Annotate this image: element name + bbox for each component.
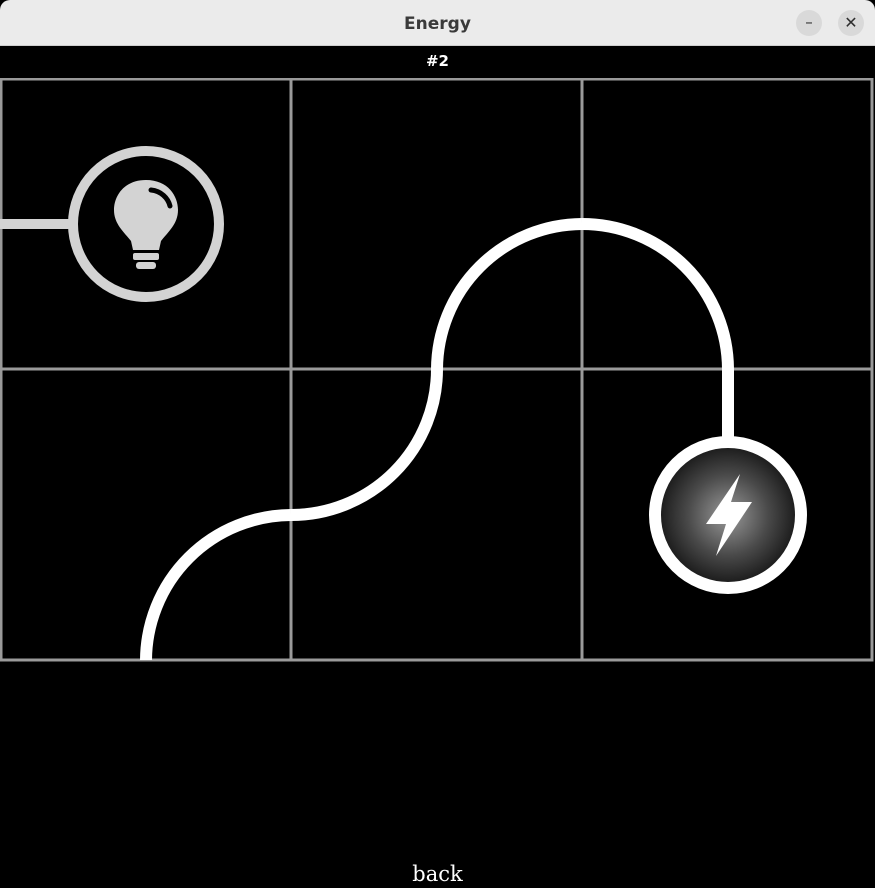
window-title: Energy bbox=[404, 14, 471, 34]
puzzle-board bbox=[0, 78, 874, 662]
lightbulb-node bbox=[68, 146, 224, 302]
back-button[interactable]: back bbox=[0, 862, 875, 886]
level-number: #2 bbox=[425, 52, 449, 70]
energy-window: Energy – ✕ #2 back bbox=[0, 0, 875, 888]
minimize-button[interactable]: – bbox=[796, 10, 822, 36]
tile-0-2[interactable] bbox=[582, 78, 873, 369]
title-bar: Energy – ✕ bbox=[0, 0, 875, 46]
close-button[interactable]: ✕ bbox=[838, 10, 864, 36]
tile-0-1[interactable] bbox=[291, 78, 582, 369]
tile-1-0[interactable] bbox=[0, 369, 291, 660]
power-source-node bbox=[649, 436, 807, 594]
